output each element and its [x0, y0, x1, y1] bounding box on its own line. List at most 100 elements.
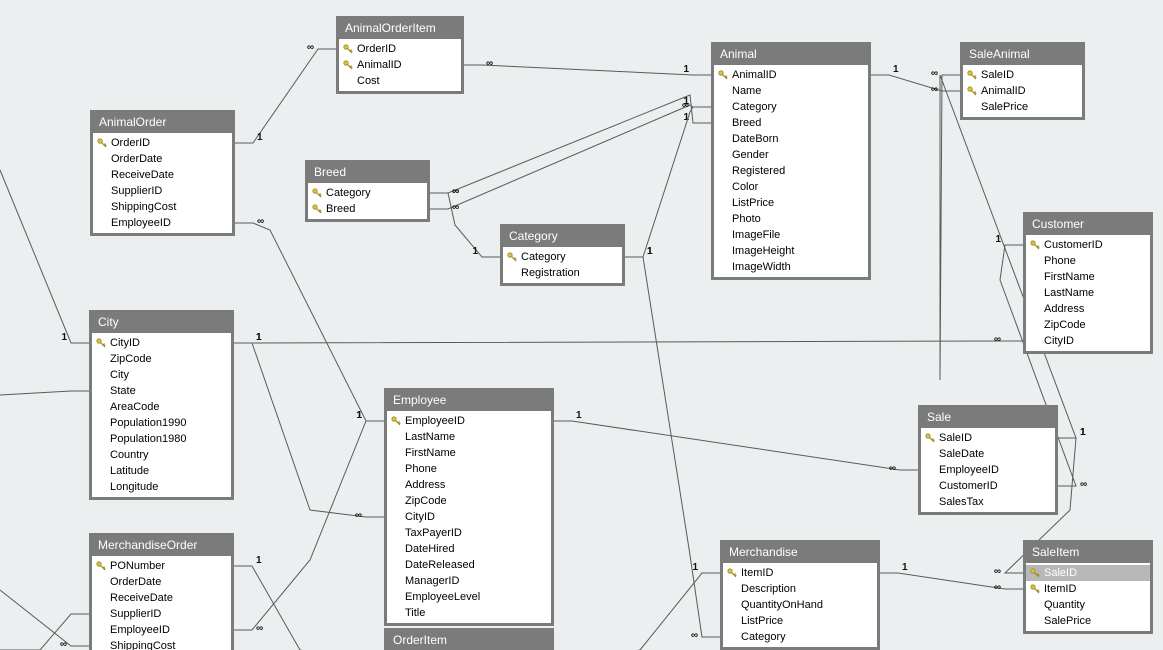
column-row[interactable]: Address [1026, 301, 1150, 317]
column-row[interactable]: EmployeeLevel [387, 589, 551, 605]
column-row[interactable]: ListPrice [714, 195, 868, 211]
column-row[interactable]: Breed [714, 115, 868, 131]
column-row[interactable]: CityID [92, 335, 231, 351]
entity-title[interactable]: AnimalOrderItem [339, 19, 461, 39]
column-row[interactable]: DateHired [387, 541, 551, 557]
column-row[interactable]: Category [723, 629, 877, 645]
column-row[interactable]: FirstName [1026, 269, 1150, 285]
column-row[interactable]: AreaCode [92, 399, 231, 415]
column-row[interactable]: SaleID [921, 430, 1055, 446]
entity-saleitem[interactable]: SaleItem SaleIDItemIDQuantitySalePrice [1023, 540, 1153, 634]
column-row[interactable]: ZipCode [92, 351, 231, 367]
column-row[interactable]: ImageHeight [714, 243, 868, 259]
entity-merchandise[interactable]: MerchandiseItemIDDescriptionQuantityOnHa… [720, 540, 880, 650]
column-row[interactable]: LastName [1026, 285, 1150, 301]
column-row[interactable]: ReceiveDate [93, 167, 232, 183]
entity-saleanimal[interactable]: SaleAnimal SaleIDAnimalIDSalePrice [960, 42, 1085, 120]
column-row[interactable]: ItemID [1026, 581, 1150, 597]
column-row[interactable]: CustomerID [1026, 237, 1150, 253]
entity-title[interactable]: Merchandise [723, 543, 877, 563]
column-row[interactable]: ImageWidth [714, 259, 868, 275]
entity-breed[interactable]: BreedCategoryBreed [305, 160, 430, 222]
column-row[interactable]: EmployeeID [921, 462, 1055, 478]
column-row[interactable]: OrderDate [92, 574, 231, 590]
entity-title[interactable]: Category [503, 227, 622, 247]
entity-title[interactable]: SaleItem [1026, 543, 1150, 563]
column-row[interactable]: Title [387, 605, 551, 621]
entity-title[interactable]: Customer [1026, 215, 1150, 235]
column-row[interactable]: CustomerID [921, 478, 1055, 494]
entity-merchandiseorder[interactable]: MerchandiseOrder PONumberOrderDateReceive… [89, 533, 234, 650]
column-row[interactable]: Longitude [92, 479, 231, 495]
column-row[interactable]: SalePrice [963, 99, 1082, 115]
column-row[interactable]: AnimalID [963, 83, 1082, 99]
column-row[interactable]: ShippingCost [93, 199, 232, 215]
column-row[interactable]: DateBorn [714, 131, 868, 147]
column-row[interactable]: Category [503, 249, 622, 265]
column-row[interactable]: SupplierID [92, 606, 231, 622]
column-row[interactable]: SupplierID [93, 183, 232, 199]
column-row[interactable]: SalePrice [1026, 613, 1150, 629]
column-row[interactable]: ZipCode [387, 493, 551, 509]
column-row[interactable]: Phone [387, 461, 551, 477]
column-row[interactable]: Gender [714, 147, 868, 163]
column-row[interactable]: Population1990 [92, 415, 231, 431]
entity-animalorderitem[interactable]: AnimalOrderItemOrderIDAnimalIDCost [336, 16, 464, 94]
column-row[interactable]: EmployeeID [93, 215, 232, 231]
column-row[interactable]: Registration [503, 265, 622, 281]
column-row[interactable]: FirstName [387, 445, 551, 461]
entity-title[interactable]: AnimalOrder [93, 113, 232, 133]
column-row[interactable]: LastName [387, 429, 551, 445]
entity-title[interactable]: Breed [308, 163, 427, 183]
column-row[interactable]: State [92, 383, 231, 399]
column-row[interactable]: ImageFile [714, 227, 868, 243]
column-row[interactable]: OrderDate [93, 151, 232, 167]
entity-orderitem[interactable]: OrderItemPONumber [384, 628, 554, 650]
column-row[interactable]: Population1980 [92, 431, 231, 447]
column-row[interactable]: Cost [339, 73, 461, 89]
column-row[interactable]: Quantity [1026, 597, 1150, 613]
column-row[interactable]: ShippingCost [92, 638, 231, 650]
column-row[interactable]: Color [714, 179, 868, 195]
column-row[interactable]: Address [387, 477, 551, 493]
column-row[interactable]: Category [308, 185, 427, 201]
column-row[interactable]: QuantityOnHand [723, 597, 877, 613]
entity-category[interactable]: CategoryCategoryRegistration [500, 224, 625, 286]
column-row[interactable]: TaxPayerID [387, 525, 551, 541]
entity-employee[interactable]: Employee EmployeeIDLastNameFirstNamePhone… [384, 388, 554, 626]
entity-title[interactable]: SaleAnimal [963, 45, 1082, 65]
column-row[interactable]: Registered [714, 163, 868, 179]
entity-animal[interactable]: AnimalAnimalIDNameCategoryBreedDateBornG… [711, 42, 871, 280]
entity-title[interactable]: MerchandiseOrder [92, 536, 231, 556]
entity-animalorder[interactable]: AnimalOrder OrderIDOrderDateReceiveDateSu… [90, 110, 235, 236]
column-row[interactable]: Breed [308, 201, 427, 217]
column-row[interactable]: SaleDate [921, 446, 1055, 462]
column-row[interactable]: EmployeeID [92, 622, 231, 638]
entity-title[interactable]: OrderItem [387, 631, 551, 650]
column-row[interactable]: Name [714, 83, 868, 99]
column-row[interactable]: CityID [387, 509, 551, 525]
column-row[interactable]: Latitude [92, 463, 231, 479]
column-row[interactable]: OrderID [93, 135, 232, 151]
column-row[interactable]: ZipCode [1026, 317, 1150, 333]
column-row[interactable]: SaleID [963, 67, 1082, 83]
column-row[interactable]: PONumber [92, 558, 231, 574]
column-row[interactable]: Country [92, 447, 231, 463]
column-row[interactable]: CityID [1026, 333, 1150, 349]
entity-customer[interactable]: Customer CustomerIDPhoneFirstNameLastName… [1023, 212, 1153, 354]
column-row[interactable]: EmployeeID [387, 413, 551, 429]
entity-title[interactable]: Sale [921, 408, 1055, 428]
entity-title[interactable]: Employee [387, 391, 551, 411]
entity-title[interactable]: Animal [714, 45, 868, 65]
column-row[interactable]: ReceiveDate [92, 590, 231, 606]
column-row[interactable]: SalesTax [921, 494, 1055, 510]
column-row[interactable]: DateReleased [387, 557, 551, 573]
column-row[interactable]: SaleID [1026, 565, 1150, 581]
column-row[interactable]: ListPrice [723, 613, 877, 629]
column-row[interactable]: AnimalID [339, 57, 461, 73]
column-row[interactable]: Description [723, 581, 877, 597]
column-row[interactable]: AnimalID [714, 67, 868, 83]
entity-title[interactable]: City [92, 313, 231, 333]
column-row[interactable]: Phone [1026, 253, 1150, 269]
column-row[interactable]: Photo [714, 211, 868, 227]
